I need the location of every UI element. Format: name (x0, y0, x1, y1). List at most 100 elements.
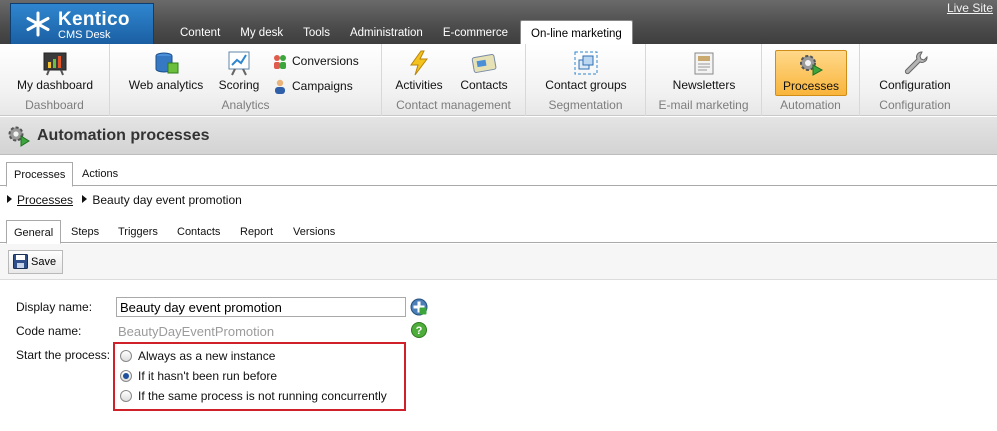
conversions-label: Conversions (292, 54, 359, 68)
breadcrumb: Processes Beauty day event promotion (7, 193, 242, 207)
tab-online-marketing[interactable]: On-line marketing (520, 20, 633, 44)
kentico-logo[interactable]: Kentico CMS Desk (10, 3, 154, 44)
page-title: Automation processes (37, 127, 210, 144)
breadcrumb-current: Beauty day event promotion (92, 193, 242, 207)
ribbon-group-label-contact-management: Contact management (396, 98, 511, 112)
process-tabs: Processes Actions (0, 160, 997, 187)
ribbon: My dashboard Dashboard Web analytics Sco… (0, 44, 997, 116)
my-dashboard-label: My dashboard (16, 78, 94, 92)
help-icon[interactable]: ? (411, 322, 427, 338)
newsletter-icon (694, 52, 714, 75)
contacts-label: Contacts (460, 78, 508, 92)
wrench-icon (904, 51, 928, 75)
ribbon-group-label-dashboard: Dashboard (25, 98, 84, 112)
breadcrumb-arrow-icon (82, 195, 88, 203)
save-button[interactable]: Save (8, 250, 64, 274)
radio-not-running-concurrently[interactable] (120, 390, 132, 402)
tab-tools[interactable]: Tools (293, 20, 340, 44)
ribbon-group-label-segmentation: Segmentation (548, 98, 623, 112)
snowflake-logo-icon (26, 11, 50, 37)
display-name-input[interactable] (116, 297, 406, 317)
tab-actions[interactable]: Actions (75, 162, 125, 186)
tab-processes[interactable]: Processes (6, 162, 74, 187)
tab-contacts[interactable]: Contacts (170, 220, 227, 243)
option-not-running-concurrently[interactable]: If the same process is not running concu… (120, 388, 387, 404)
main-tabs: Content My desk Tools Administration E-c… (170, 20, 633, 44)
tab-steps[interactable]: Steps (64, 220, 106, 243)
configuration-button[interactable]: Configuration (870, 50, 960, 96)
lightning-icon (410, 50, 428, 76)
page-header: Automation processes (0, 117, 997, 155)
ribbon-group-label-configuration: Configuration (879, 98, 951, 112)
contact-groups-label: Contact groups (545, 78, 627, 92)
ribbon-group-configuration: Configuration Configuration (860, 44, 970, 116)
top-bar: Kentico CMS Desk Content My desk Tools A… (0, 0, 997, 44)
newsletters-label: Newsletters (672, 78, 736, 92)
tab-general[interactable]: General (6, 220, 62, 244)
user-icon (275, 79, 285, 94)
save-label: Save (31, 256, 57, 268)
ribbon-group-label-analytics: Analytics (221, 98, 270, 112)
option-if-not-run-before[interactable]: If it hasn't been run before (120, 368, 277, 384)
live-site-link[interactable]: Live Site (947, 1, 993, 15)
brand-title: Kentico (58, 9, 130, 30)
activities-label: Activities (395, 78, 443, 92)
start-process-label: Start the process: (16, 348, 111, 362)
option-label: If it hasn't been run before (138, 369, 278, 383)
tab-content[interactable]: Content (170, 20, 230, 44)
tab-triggers[interactable]: Triggers (111, 220, 165, 243)
tab-versions[interactable]: Versions (286, 220, 342, 243)
brand-subtitle: CMS Desk (58, 29, 111, 41)
activities-button[interactable]: Activities (388, 50, 450, 96)
groups-icon (574, 51, 598, 75)
ribbon-group-automation: Processes Automation (762, 44, 860, 116)
breadcrumb-processes-link[interactable]: Processes (17, 193, 73, 207)
contacts-button[interactable]: Contacts (452, 50, 516, 96)
web-analytics-button[interactable]: Web analytics (118, 50, 214, 96)
web-analytics-label: Web analytics (128, 78, 204, 92)
scoring-button[interactable]: Scoring (214, 50, 264, 96)
database-icon (155, 52, 179, 74)
people-icon (274, 54, 286, 69)
chart-board-icon (43, 52, 67, 76)
code-name-label: Code name: (16, 324, 82, 338)
processes-button[interactable]: Processes (775, 50, 847, 96)
display-name-label: Display name: (16, 300, 93, 314)
add-culture-icon[interactable] (410, 298, 428, 316)
my-dashboard-button[interactable]: My dashboard (8, 50, 102, 96)
contact-card-icon (471, 54, 497, 73)
process-gears-icon (800, 55, 824, 76)
contact-groups-button[interactable]: Contact groups (536, 50, 636, 96)
processes-label: Processes (782, 79, 840, 93)
scoring-label: Scoring (218, 78, 260, 92)
scoring-board-icon (228, 51, 250, 76)
ribbon-group-analytics: Web analytics Scoring Conversions Campai… (110, 44, 382, 116)
tab-report[interactable]: Report (233, 220, 280, 243)
floppy-disk-icon (13, 253, 28, 269)
tab-my-desk[interactable]: My desk (230, 20, 293, 44)
ribbon-group-dashboard: My dashboard Dashboard (0, 44, 110, 116)
tab-e-commerce[interactable]: E-commerce (433, 20, 518, 44)
tab-administration[interactable]: Administration (340, 20, 433, 44)
ribbon-group-label-automation: Automation (780, 98, 841, 112)
conversions-button[interactable]: Conversions (272, 51, 359, 71)
option-always-new-instance[interactable]: Always as a new instance (120, 348, 275, 364)
process-detail-tabs: General Steps Triggers Contacts Report V… (0, 218, 997, 244)
ribbon-group-contact-management: Activities Contacts Contact management (382, 44, 526, 116)
svg-text:?: ? (416, 325, 423, 337)
campaigns-button[interactable]: Campaigns (272, 76, 353, 96)
option-label: If the same process is not running concu… (138, 389, 387, 403)
ribbon-group-email-marketing: Newsletters E-mail marketing (646, 44, 762, 116)
breadcrumb-arrow-icon (7, 195, 12, 203)
option-label: Always as a new instance (138, 349, 276, 363)
ribbon-group-label-email-marketing: E-mail marketing (658, 98, 749, 112)
process-gears-icon (8, 126, 30, 147)
newsletters-button[interactable]: Newsletters (664, 50, 744, 96)
radio-always-new-instance[interactable] (120, 350, 132, 362)
ribbon-group-segmentation: Contact groups Segmentation (526, 44, 646, 116)
save-toolbar: Save (0, 244, 997, 280)
configuration-label: Configuration (879, 78, 951, 92)
campaigns-label: Campaigns (292, 79, 353, 93)
radio-if-not-run-before[interactable] (120, 370, 132, 382)
code-name-value: BeautyDayEventPromotion (118, 324, 275, 339)
